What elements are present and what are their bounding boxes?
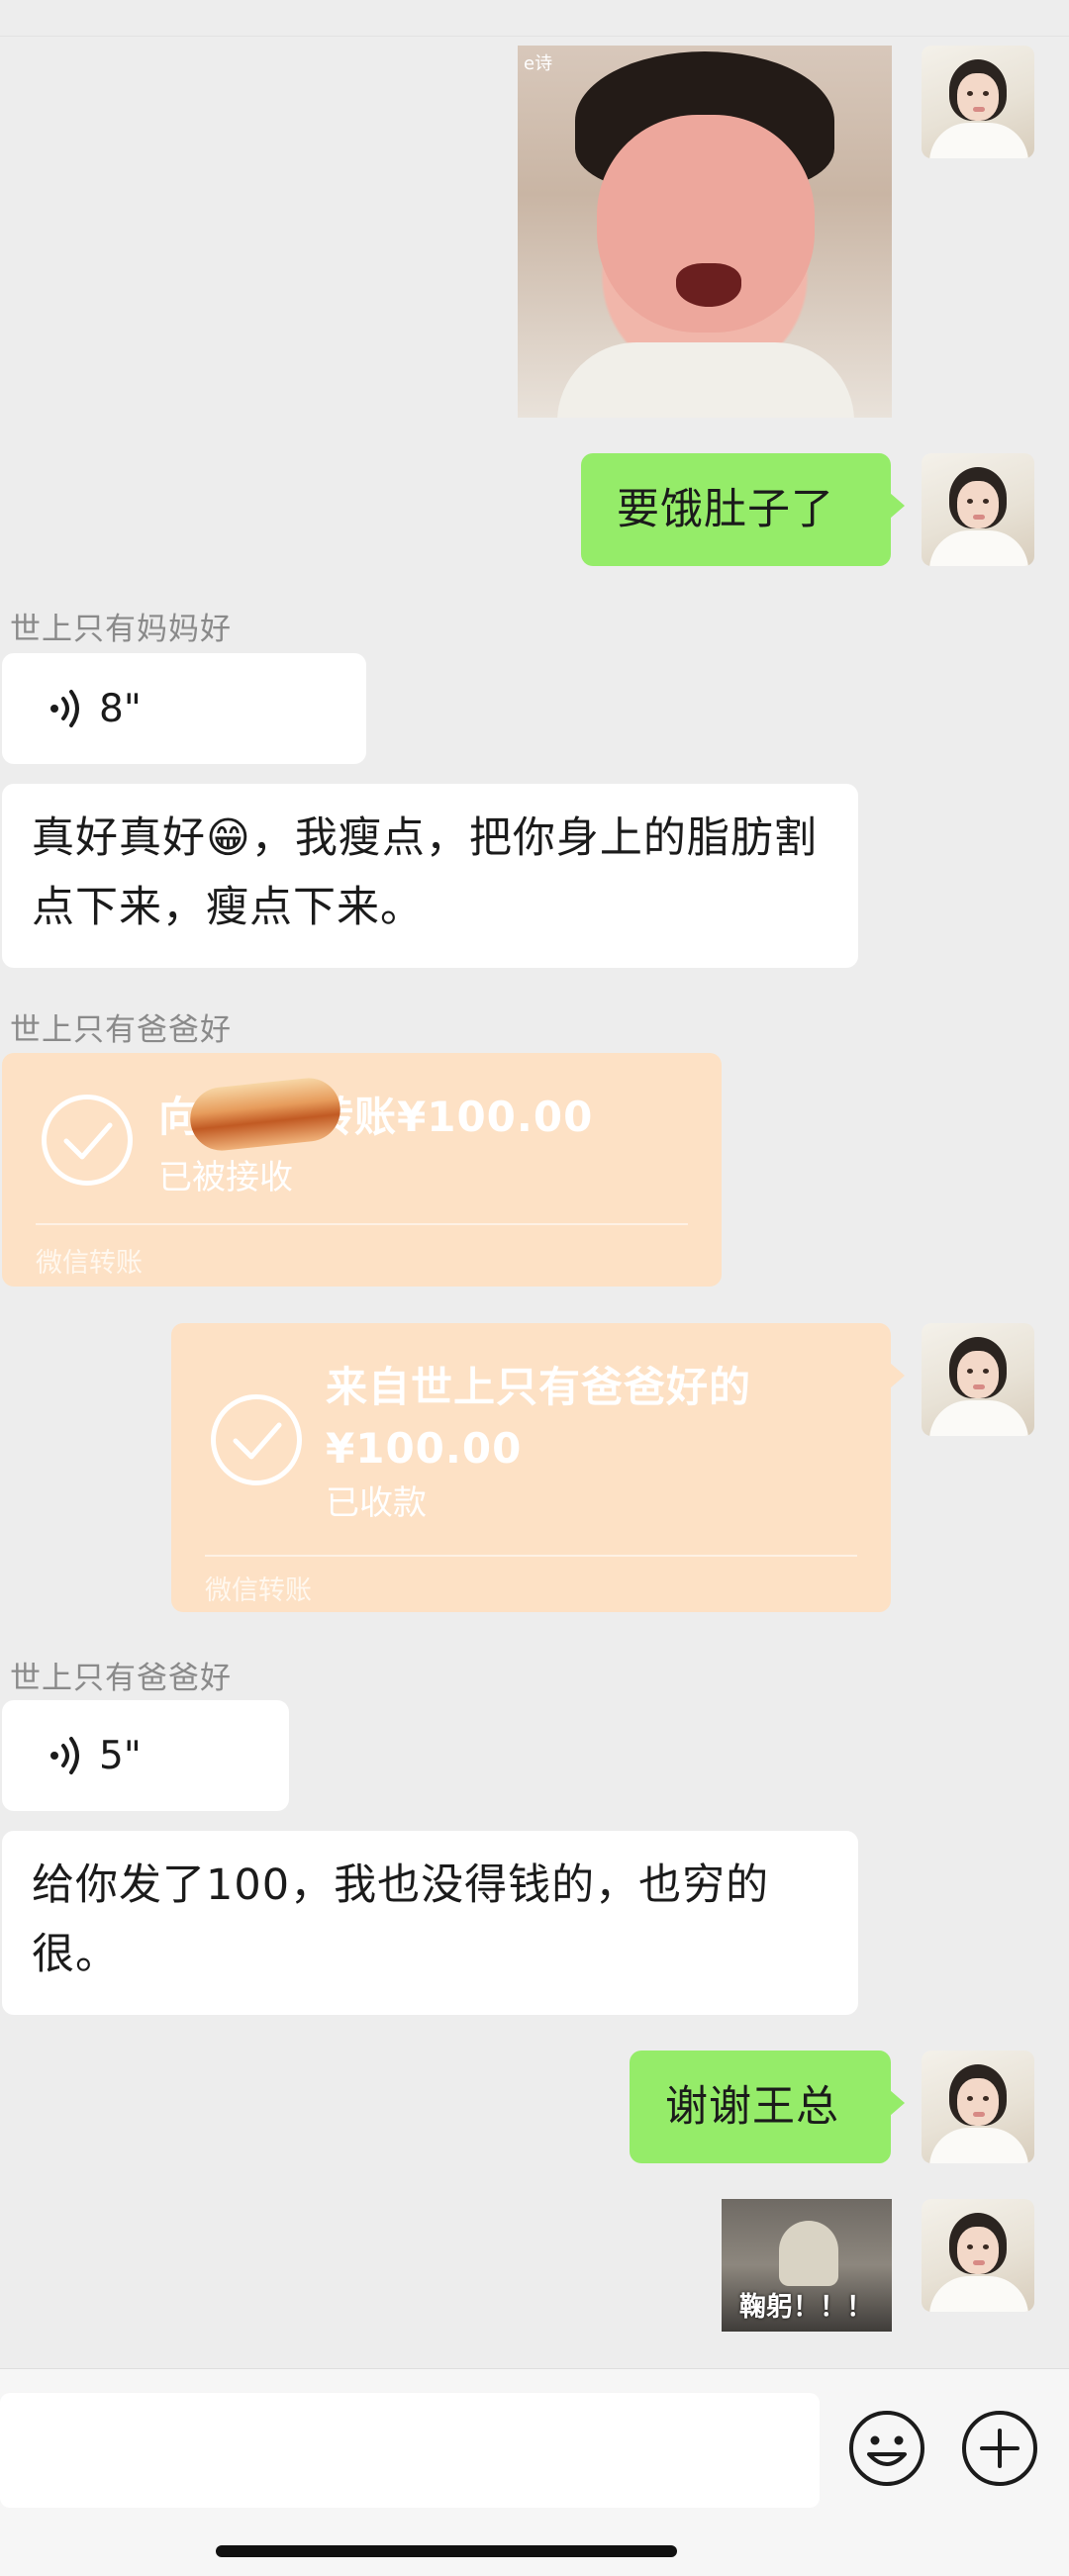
transfer-amount: 转账¥100.00 (312, 1093, 594, 1141)
check-circle-icon (211, 1394, 302, 1485)
chat-input-bar (0, 2368, 1069, 2576)
crying-child-image[interactable]: e诗 (518, 46, 892, 418)
avatar-self[interactable] (922, 2051, 1034, 2163)
transfer-footer: 微信转账 (36, 1248, 143, 1279)
sticker-figure (779, 2221, 838, 2286)
avatar-self[interactable] (922, 453, 1034, 566)
transfer-card-received[interactable]: 向转账¥100.00 已被接收 微信转账 (2, 1053, 722, 1287)
image-mouth (676, 263, 741, 307)
sender-name: 世上只有爸爸好 (10, 1661, 232, 1696)
avatar-self[interactable] (922, 2199, 1034, 2312)
message-text: 真好真好😁，我瘦点，把你身上的脂肪割点下来，瘦点下来。 (32, 813, 818, 932)
received-text-bubble[interactable]: 给你发了100，我也没得钱的，也穷的很。 (2, 1831, 858, 2015)
home-indicator (216, 2545, 677, 2557)
avatar-self[interactable] (922, 1323, 1034, 1436)
transfer-title: 来自世上只有爸爸好的 ¥100.00 (326, 1357, 751, 1479)
sent-text-bubble[interactable]: 谢谢王总 (630, 2051, 905, 2163)
transfer-footer: 微信转账 (205, 1575, 312, 1606)
transfer-status: 已收款 (326, 1483, 427, 1523)
message-text: 给你发了100，我也没得钱的，也穷的很。 (32, 1860, 770, 1979)
voice-wave-icon (50, 1737, 79, 1774)
avatar-self[interactable] (922, 46, 1034, 158)
sender-name: 世上只有妈妈好 (10, 612, 232, 647)
message-text: 要饿肚子了 (617, 485, 834, 534)
sent-text-bubble[interactable]: 要饿肚子了 (581, 453, 905, 566)
voice-message-bubble[interactable]: 8" (2, 653, 366, 764)
received-text-bubble[interactable]: 真好真好😁，我瘦点，把你身上的脂肪割点下来，瘦点下来。 (2, 784, 858, 968)
transfer-divider (205, 1555, 857, 1557)
message-text: 谢谢王总 (665, 2082, 839, 2132)
voice-wave-icon (50, 690, 79, 727)
image-shirt (557, 342, 854, 418)
check-circle-icon (42, 1095, 133, 1186)
sender-name: 世上只有爸爸好 (10, 1012, 232, 1048)
transfer-amount: ¥100.00 (326, 1424, 523, 1473)
transfer-card-collected[interactable]: 来自世上只有爸爸好的 ¥100.00 已收款 微信转账 (171, 1323, 905, 1612)
transfer-status: 已被接收 (158, 1158, 293, 1197)
image-watermark: e诗 (524, 53, 553, 74)
sticker-caption: 鞠躬！！！ (739, 2292, 873, 2323)
transfer-divider (36, 1223, 688, 1225)
bowing-sticker-image[interactable]: 鞠躬！！！ (722, 2199, 892, 2332)
voice-duration: 5" (99, 1733, 142, 1778)
plus-icon[interactable] (960, 2409, 1039, 2488)
voice-duration: 8" (99, 686, 142, 731)
emoji-icon[interactable] (847, 2409, 926, 2488)
message-input[interactable] (0, 2393, 820, 2508)
top-divider (0, 0, 1069, 37)
voice-message-bubble[interactable]: 5" (2, 1700, 289, 1811)
transfer-title-line1: 来自世上只有爸爸好的 (326, 1363, 752, 1411)
